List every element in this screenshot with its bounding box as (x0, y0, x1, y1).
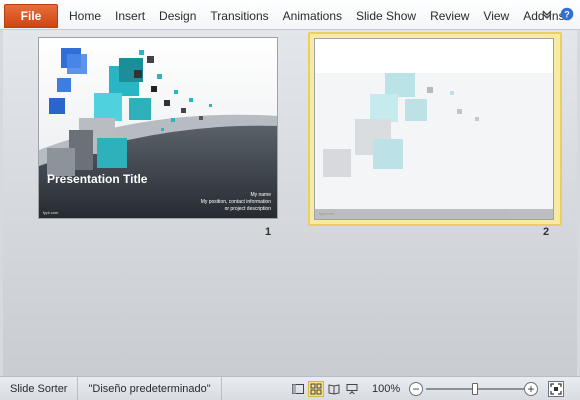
svg-text:?: ? (564, 10, 570, 20)
slide-thumbnail-1[interactable]: Presentation Title My name My position, … (38, 37, 282, 223)
slide-number-2: 2 (543, 226, 550, 238)
slide-sorter-pane[interactable]: Presentation Title My name My position, … (0, 30, 580, 376)
tab-view[interactable]: View (476, 0, 516, 30)
slide-1-canvas: Presentation Title My name My position, … (38, 37, 278, 219)
ribbon-tabs: Home Insert Design Transitions Animation… (62, 0, 572, 30)
zoom-out-button[interactable]: − (409, 382, 423, 396)
slide-number-1: 1 (265, 226, 272, 238)
slide-thumbnail-2[interactable]: fppt.com (308, 32, 562, 226)
chevron-down-icon[interactable] (540, 7, 554, 21)
current-view-label: Slide Sorter (0, 376, 79, 400)
fit-slide-icon[interactable] (548, 381, 564, 397)
slide-1-subtitle: My name My position, contact information… (201, 192, 271, 213)
slide-1-footer: fppt.com (43, 210, 59, 215)
zoom-percentage[interactable]: 100% (372, 377, 400, 400)
slideshow-icon[interactable] (344, 381, 360, 397)
slide-2-footer: fppt.com (319, 211, 335, 216)
view-buttons (290, 381, 360, 397)
tab-insert[interactable]: Insert (108, 0, 152, 30)
tab-slide-show[interactable]: Slide Show (349, 0, 423, 30)
tab-transitions[interactable]: Transitions (203, 0, 275, 30)
slide-2-canvas: fppt.com (314, 38, 554, 220)
tab-design[interactable]: Design (152, 0, 203, 30)
slide-sorter-icon[interactable] (308, 381, 324, 397)
normal-view-icon[interactable] (290, 381, 306, 397)
status-bar: Slide Sorter "Diseño predeterminado" 100… (0, 376, 580, 400)
help-icon[interactable]: ? (560, 7, 574, 21)
zoom-slider-thumb[interactable] (472, 383, 478, 395)
ribbon-icons: ? (540, 7, 574, 21)
subtitle-line: or project description (224, 206, 271, 212)
tab-home[interactable]: Home (62, 0, 108, 30)
reading-view-icon[interactable] (326, 381, 342, 397)
subtitle-line: My name (250, 192, 271, 198)
subtitle-line: My position, contact information (200, 199, 271, 205)
theme-name[interactable]: "Diseño predeterminado" (78, 376, 222, 400)
file-tab[interactable]: File (4, 4, 58, 28)
zoom-in-button[interactable]: + (524, 382, 538, 396)
ribbon-tab-bar: File Home Insert Design Transitions Anim… (0, 0, 580, 30)
tab-animations[interactable]: Animations (276, 0, 349, 30)
slide-1-title: Presentation Title (47, 172, 148, 186)
tab-review[interactable]: Review (423, 0, 476, 30)
